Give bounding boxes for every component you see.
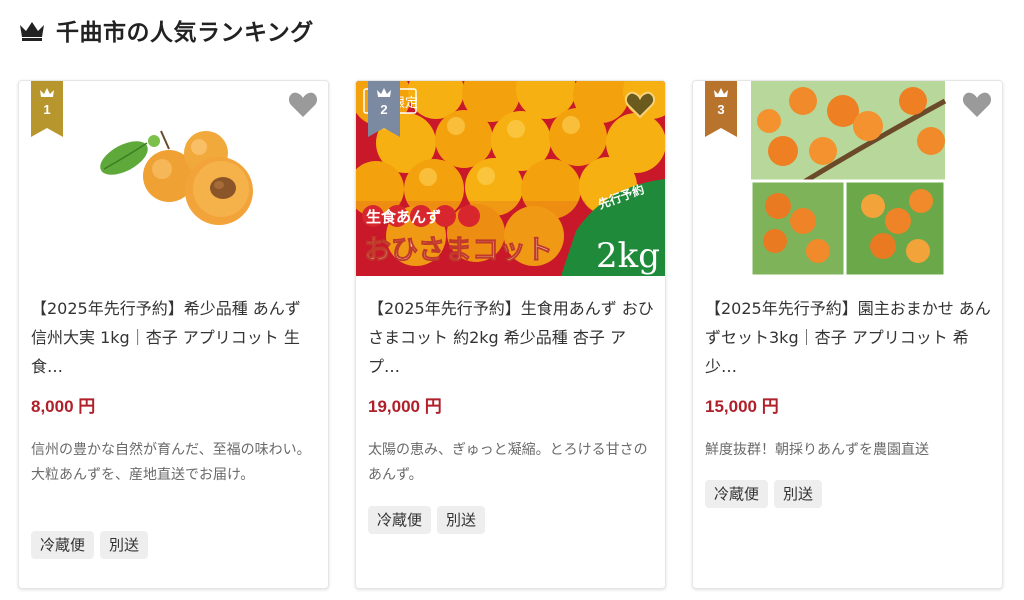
crown-icon	[40, 88, 54, 97]
image-text: おひさまコット	[364, 235, 553, 266]
favorite-button[interactable]	[288, 91, 318, 119]
crown-icon	[377, 88, 391, 97]
product-image[interactable]: 生食あんず おひさまコット 先行予約 2kg 限定	[356, 81, 665, 276]
product-price: 8,000 円	[31, 397, 96, 416]
product-title[interactable]: 【2025年先行予約】園主おまかせ あんずセット3kg｜杏子 アプリコット 希少…	[705, 294, 993, 381]
page-title: 千曲市の人気ランキング	[56, 20, 314, 46]
rank-number: 3	[717, 102, 725, 117]
favorite-button[interactable]	[624, 91, 656, 119]
tag-chip: 別送	[437, 506, 486, 534]
tag-list: 冷蔵便 別送	[31, 531, 149, 559]
product-card-2[interactable]: 生食あんず おひさまコット 先行予約 2kg 限定 2 【2025年先行予約】生…	[355, 80, 666, 589]
crown-icon	[714, 88, 728, 97]
product-description: 太陽の恵み、ぎゅっと凝縮。とろける甘さのあんず。	[368, 442, 648, 483]
heart-icon	[962, 92, 992, 117]
tag-chip: 別送	[774, 480, 823, 508]
product-description: 信州の豊かな自然が育んだ、至福の味わい。大粒あんずを、産地直送でお届け。	[31, 442, 311, 483]
heart-icon	[288, 92, 318, 117]
product-image[interactable]	[693, 81, 1002, 276]
favorite-button[interactable]	[962, 91, 992, 119]
image-text: 2kg	[596, 236, 660, 276]
crown-icon	[20, 22, 44, 41]
heart-icon	[624, 91, 656, 119]
product-description: 鮮度抜群！朝採りあんずを農園直送	[705, 442, 929, 458]
product-image[interactable]	[19, 81, 328, 276]
product-card-3[interactable]: 3 【2025年先行予約】園主おまかせ あんずセット3kg｜杏子 アプリコット …	[692, 80, 1003, 589]
rank-number: 1	[43, 102, 51, 117]
product-price: 19,000 円	[368, 397, 442, 416]
product-title[interactable]: 【2025年先行予約】生食用あんず おひさまコット 約2kg 希少品種 杏子 ア…	[368, 294, 656, 381]
product-title[interactable]: 【2025年先行予約】希少品種 あんず 信州大実 1kg｜杏子 アプリコット 生…	[31, 294, 319, 381]
tag-chip: 冷蔵便	[368, 506, 432, 534]
image-text: 生食あんず	[366, 208, 441, 226]
tag-chip: 冷蔵便	[31, 531, 95, 559]
rank-number: 2	[380, 102, 388, 117]
product-price: 15,000 円	[705, 397, 779, 416]
product-card-1[interactable]: 1 【2025年先行予約】希少品種 あんず 信州大実 1kg｜杏子 アプリコット…	[18, 80, 329, 589]
tag-list: 冷蔵便 別送	[368, 506, 486, 534]
tag-chip: 冷蔵便	[705, 480, 769, 508]
ranking-header: 千曲市の人気ランキング	[18, 14, 314, 46]
tag-list: 冷蔵便 別送	[705, 480, 823, 508]
tag-chip: 別送	[100, 531, 149, 559]
